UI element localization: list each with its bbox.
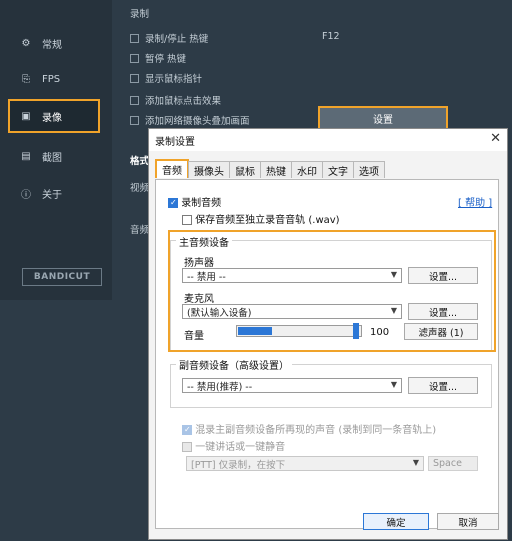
audio-tab-panel: 录制音频 [ 帮助 ] 保存音频至独立录音音轨 (.wav) 主音频设备 扬声器… (155, 179, 499, 529)
check-label: 录制/停止 热键 (145, 34, 209, 45)
video-label: 视频 (130, 183, 150, 194)
dialog-title: 录制设置 (155, 137, 195, 148)
volume-slider[interactable] (236, 323, 362, 339)
secondary-select-value: -- 禁用(推荐) -- (187, 381, 253, 393)
save-separate-option[interactable]: 保存音频至独立录音音轨 (.wav) (182, 211, 340, 226)
secondary-select[interactable]: -- 禁用(推荐) -- ▼ (182, 378, 402, 393)
mic-select-value: (默认输入设备) (187, 307, 252, 319)
sidebar-item-about[interactable]: ⓘ 关于 (10, 176, 106, 210)
cancel-button[interactable]: 取消 (437, 513, 499, 530)
secondary-settings-button[interactable]: 设置... (408, 377, 478, 394)
show-cursor-check[interactable]: 显示鼠标指针 (130, 71, 202, 85)
checkbox[interactable] (130, 73, 139, 83)
tab-hotkey[interactable]: 热键 (260, 161, 292, 178)
sidebar-item-screenshot[interactable]: ▤ 截图 (10, 139, 106, 173)
speaker-settings-button[interactable]: 设置... (408, 267, 478, 284)
mic-select[interactable]: (默认输入设备) ▼ (182, 304, 402, 319)
tab-webcam[interactable]: 摄像头 (188, 161, 230, 178)
settings-button[interactable]: 设置 (318, 106, 448, 130)
close-icon[interactable]: ✕ (490, 131, 501, 146)
speaker-label: 扬声器 (184, 258, 214, 269)
checkbox[interactable] (130, 53, 139, 63)
sidebar-item-label: FPS (42, 73, 61, 85)
volume-value: 100 (370, 327, 390, 338)
volume-fill (238, 327, 272, 335)
recording-settings-dialog: 录制设置 ✕ 音频 摄像头 鼠标 热键 水印 文字 选项 录制音频 [ 帮助 ]… (148, 128, 508, 540)
tab-bar: 音频 摄像头 鼠标 热键 水印 文字 选项 (155, 159, 385, 179)
ptt-mode-select[interactable]: [PTT] 仅录制，在按下 ▼ (186, 456, 424, 471)
click-effect-check[interactable]: 添加鼠标点击效果 (130, 93, 221, 107)
save-separate-checkbox[interactable] (182, 215, 192, 225)
sidebar: ⚙ 常规 ⎘ FPS ▣ 录像 ▤ 截图 ⓘ 关于 BANDICUT (0, 0, 112, 300)
record-audio-label: 录制音频 (181, 198, 222, 209)
record-video-icon: ▣ (21, 110, 31, 122)
chevron-down-icon: ▼ (390, 380, 397, 389)
ptt-mode-value: [PTT] 仅录制，在按下 (191, 459, 286, 471)
audio-label: 音频 (130, 225, 150, 236)
sidebar-item-label: 常规 (42, 39, 62, 51)
check-label: 显示鼠标指针 (145, 74, 203, 85)
record-audio-checkbox[interactable] (168, 198, 178, 208)
section-title: 录制 (130, 9, 150, 20)
filter-button[interactable]: 滤声器 (1) (404, 323, 478, 340)
gear-icon: ⚙ (21, 37, 31, 49)
volume-label: 音量 (184, 331, 204, 342)
ok-button[interactable]: 确定 (363, 513, 429, 530)
sidebar-item-video[interactable]: ▣ 录像 (8, 99, 100, 133)
sidebar-item-fps[interactable]: ⎘ FPS (10, 62, 106, 96)
chevron-down-icon: ▼ (390, 270, 397, 279)
sidebar-item-general[interactable]: ⚙ 常规 (10, 26, 106, 60)
mic-label: 麦克风 (184, 294, 214, 305)
save-separate-label: 保存音频至独立录音音轨 (.wav) (195, 215, 340, 226)
ptt-label: 一键讲话或一键静音 (195, 442, 286, 453)
image-icon: ▤ (21, 150, 31, 162)
info-icon: ⓘ (21, 189, 31, 201)
tab-watermark[interactable]: 水印 (291, 161, 323, 178)
checkbox[interactable] (130, 115, 139, 125)
sidebar-item-label: 关于 (42, 189, 62, 201)
ptt-key-field[interactable]: Space (428, 456, 478, 471)
volume-thumb[interactable] (353, 323, 359, 339)
hotkey-record-check[interactable]: 录制/停止 热键 (130, 31, 208, 45)
chevron-down-icon: ▼ (412, 458, 419, 467)
secondary-audio-title: 副音频设备（高级设置） (176, 357, 292, 372)
checkbox[interactable] (130, 95, 139, 105)
hotkey-pause-check[interactable]: 暂停 热键 (130, 51, 186, 65)
tab-text[interactable]: 文字 (322, 161, 354, 178)
mic-settings-button[interactable]: 设置... (408, 303, 478, 320)
tab-options[interactable]: 选项 (353, 161, 385, 178)
format-label: 格式 (130, 156, 150, 167)
webcam-overlay-check[interactable]: 添加网络摄像头叠加画面 (130, 113, 250, 127)
checkbox[interactable] (130, 33, 139, 43)
record-audio-option[interactable]: 录制音频 (168, 194, 221, 209)
mix-option[interactable]: 混录主副音频设备所再现的声音 (录制到同一条音轨上) (182, 421, 436, 436)
main-audio-title: 主音频设备 (176, 234, 232, 249)
check-label: 添加网络摄像头叠加画面 (145, 116, 250, 127)
tab-audio[interactable]: 音频 (155, 159, 189, 178)
ptt-checkbox[interactable] (182, 442, 192, 452)
ptt-option[interactable]: 一键讲话或一键静音 (182, 438, 285, 453)
bandicut-logo[interactable]: BANDICUT (22, 268, 102, 286)
chevron-down-icon: ▼ (390, 306, 397, 315)
check-label: 添加鼠标点击效果 (145, 96, 222, 107)
tab-mouse[interactable]: 鼠标 (229, 161, 261, 178)
dialog-title-bar: 录制设置 ✕ (149, 129, 507, 151)
help-link[interactable]: [ 帮助 ] (458, 194, 492, 209)
speaker-select-value: -- 禁用 -- (187, 271, 226, 283)
speaker-select[interactable]: -- 禁用 -- ▼ (182, 268, 402, 283)
sidebar-item-label: 截图 (42, 152, 62, 164)
mix-checkbox[interactable] (182, 425, 192, 435)
mix-label: 混录主副音频设备所再现的声音 (录制到同一条音轨上) (195, 425, 437, 436)
fps-icon: ⎘ (22, 73, 30, 85)
check-label: 暂停 热键 (145, 54, 187, 65)
sidebar-item-label: 录像 (42, 112, 62, 124)
hotkey-value: F12 (322, 31, 340, 42)
